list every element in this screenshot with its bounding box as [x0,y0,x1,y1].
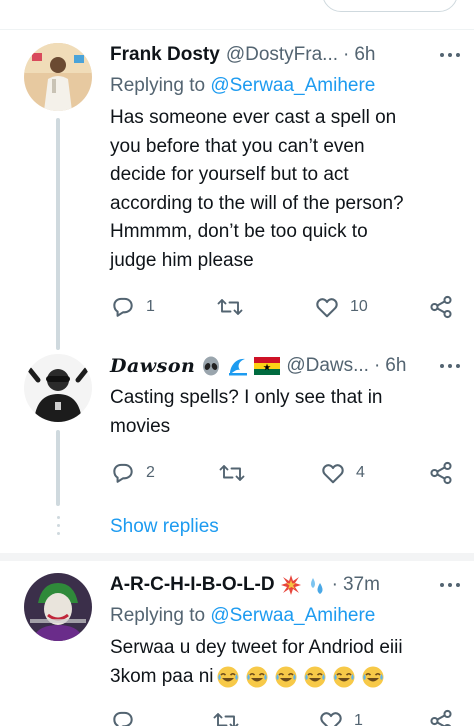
like-count: 4 [356,464,365,481]
reply-button[interactable] [110,706,146,726]
tweet-header: Dawson @Daws... · 6h [110,353,460,379]
timestamp[interactable]: 37m [343,574,380,596]
heart-icon [318,708,344,726]
heart-icon [314,294,340,320]
retweet-icon [218,460,246,486]
alien-emoji [200,355,222,377]
tweet-text-line: Hmmmm, don’t be too quick to [110,221,368,242]
like-count: 1 [354,712,363,726]
collision-emoji [280,574,302,596]
replying-to: Replying to @Serwaa_Amihere [110,75,375,97]
share-icon [428,708,454,726]
display-name[interactable]: Frank Dosty [110,44,220,66]
reply-icon [110,460,136,486]
thread-line [56,118,60,350]
timestamp[interactable]: 6h [385,355,406,377]
retweet-button[interactable] [212,706,250,726]
avatar[interactable] [24,43,92,111]
reply-button[interactable]: 2 [110,458,155,488]
divider [0,29,474,30]
tweet-text-line: decide for yourself but to act [110,164,349,185]
share-icon [428,460,454,486]
tweet-actions: 1 10 [108,292,458,322]
show-replies-link[interactable]: Show replies [110,516,219,538]
retweet-icon [216,294,244,320]
tweet-text-line: according to the will of the person? [110,192,404,214]
share-button[interactable] [428,292,454,322]
tweet-text: Casting spells? I only see that in movie… [110,384,450,441]
joy-emoji [217,666,239,688]
timestamp[interactable]: 6h [354,44,375,66]
replying-mention[interactable]: @Serwaa_Amihere [210,605,375,626]
share-button[interactable] [428,458,454,488]
top-button-edge[interactable] [322,0,458,12]
retweet-button[interactable] [216,292,254,322]
tweet-header: Frank Dosty @DostyFra... · 6h [110,42,460,68]
joy-emoji [246,666,268,688]
like-button[interactable]: 4 [320,458,365,488]
joy-emoji [333,666,355,688]
wave-emoji [227,355,249,377]
more-options-icon[interactable] [440,42,460,68]
joy-emoji [362,666,384,688]
tweet-thread: Frank Dosty @DostyFra... · 6h Replying t… [0,0,474,726]
tweet-text-line: you before that you can’t even [110,135,365,157]
reply-button[interactable]: 1 [110,292,155,322]
tweet-text: Has someone ever cast a spell on you bef… [110,104,450,275]
joy-emoji [275,666,297,688]
joy-emoji [304,666,326,688]
retweet-icon [212,708,240,726]
user-handle[interactable]: @Daws... [286,355,369,377]
tweet-text-line: Has someone ever cast a spell on [110,107,397,128]
user-handle[interactable]: @DostyFra... [226,44,338,66]
like-button[interactable]: 1 [318,706,363,726]
replying-to: Replying to @Serwaa_Amihere [110,605,375,627]
display-name[interactable]: Dawson [110,355,195,377]
avatar[interactable] [24,354,92,422]
tweet-text-line: judge him please [110,249,254,271]
tweet-text-line-with-emojis: 3kom paa ni [110,663,450,692]
tweet-text: Serwaa u dey tweet for Andriod eiii 3kom… [110,634,450,691]
tweet-header: A-R-C-H-I-B-O-L-D · 37m [110,572,460,598]
like-button[interactable]: 10 [314,292,368,322]
thread-line [56,430,60,506]
avatar[interactable] [24,573,92,641]
replying-prefix: Replying to [110,605,206,626]
reply-count: 1 [146,298,155,315]
retweet-button[interactable] [218,458,256,488]
ghana-flag-emoji [254,357,281,375]
section-divider [0,553,474,561]
share-icon [428,294,454,320]
sweat-droplets-emoji [307,574,327,596]
more-options-icon[interactable] [440,572,460,598]
reply-count: 2 [146,464,155,481]
like-count: 10 [350,298,368,315]
tweet-text-line: Casting spells? I only see that in [110,387,383,408]
tweet-actions: 2 4 [108,458,458,488]
heart-icon [320,460,346,486]
replying-prefix: Replying to [110,75,206,96]
reply-icon [110,708,136,726]
joy-emoji-row [216,665,385,689]
separator-dot: · [343,44,350,65]
more-options-icon[interactable] [440,353,460,379]
thread-continuation-dots [57,516,60,540]
replying-mention[interactable]: @Serwaa_Amihere [210,75,375,96]
tweet-actions: 1 [108,706,458,726]
separator-dot: · [373,355,381,376]
reply-icon [110,294,136,320]
tweet-text-line: movies [110,415,171,437]
tweet-text-line: Serwaa u dey tweet for Andriod eiii [110,637,403,658]
display-name[interactable]: A-R-C-H-I-B-O-L-D [110,574,275,596]
separator-dot: · [331,574,338,595]
share-button[interactable] [428,706,454,726]
tweet-text-line: 3kom paa ni [110,665,214,687]
